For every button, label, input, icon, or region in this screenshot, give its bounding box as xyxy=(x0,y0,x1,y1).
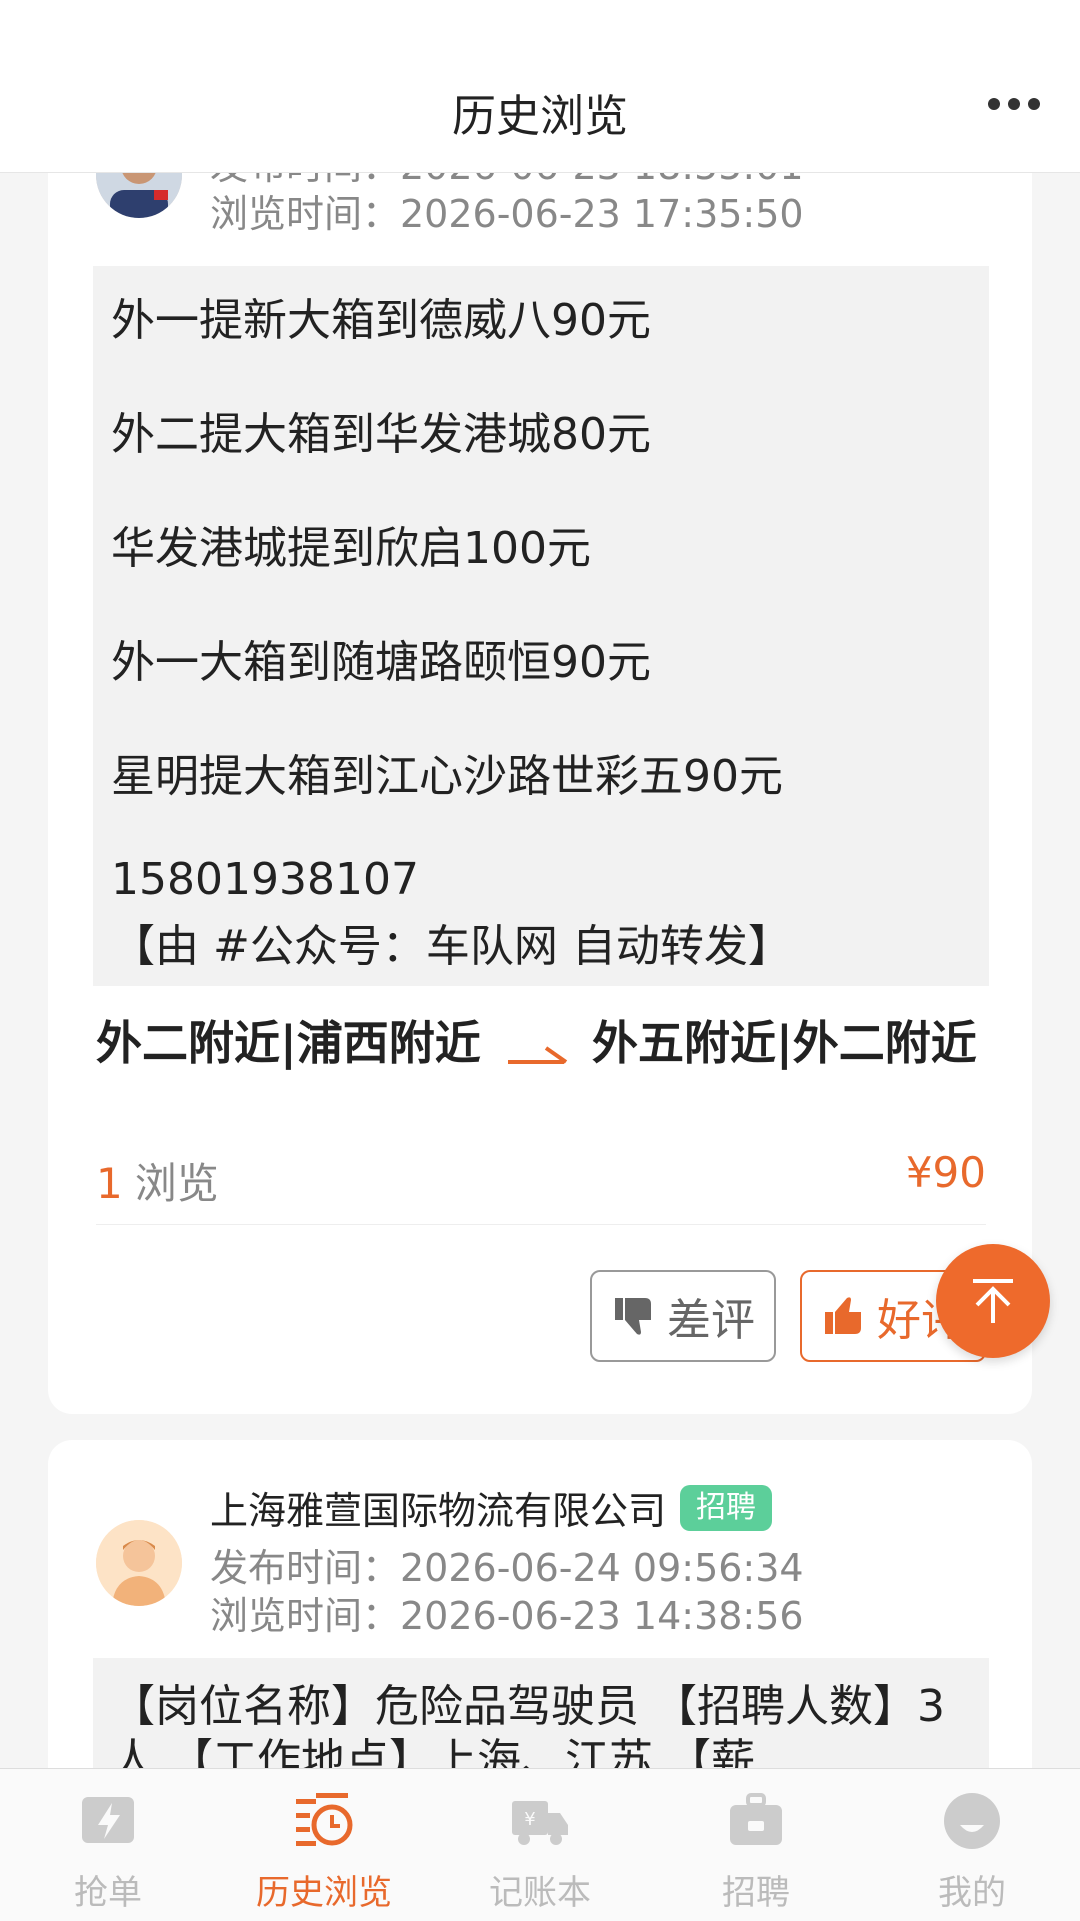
tab-label: 历史浏览 xyxy=(256,1873,392,1913)
message-line: 外一提新大箱到德威八90元 xyxy=(111,295,651,346)
history-list[interactable]: 发布时间：2026-06-23 18:55:01 浏览时间：2026-06-23… xyxy=(0,172,1080,1768)
view-count: 1 浏览 xyxy=(96,1150,219,1211)
tab-account-book[interactable]: ¥ 记账本 xyxy=(432,1769,648,1921)
message-box: 外一提新大箱到德威八90元 外二提大箱到华发港城80元 华发港城提到欣启100元… xyxy=(93,266,989,986)
message-text: 【岗位名称】危险品驾驶员 【招聘人数】3人 【工作地点】上海、江苏 【薪 xyxy=(111,1681,945,1768)
message-box: 【岗位名称】危险品驾驶员 【招聘人数】3人 【工作地点】上海、江苏 【薪 xyxy=(93,1658,989,1768)
back-to-top-button[interactable] xyxy=(936,1244,1050,1358)
history-card[interactable]: 发布时间：2026-06-23 18:55:01 浏览时间：2026-06-23… xyxy=(48,172,1032,1414)
bottom-tab-bar: 抢单 历史浏览 ¥ 记账本 招聘 我的 xyxy=(0,1768,1080,1921)
publish-time: 发布时间：2026-06-23 18:55:01 xyxy=(210,172,804,190)
tab-mine[interactable]: 我的 xyxy=(864,1769,1080,1921)
company-name: 上海雅萱国际物流有限公司 xyxy=(210,1489,667,1533)
user-icon xyxy=(944,1793,1000,1849)
browse-time: 浏览时间：2026-06-23 14:38:56 xyxy=(210,1594,804,1638)
bad-review-button[interactable]: 差评 xyxy=(590,1270,776,1362)
lightning-card-icon xyxy=(82,1797,134,1843)
tab-history[interactable]: 历史浏览 xyxy=(216,1769,432,1921)
tab-grab-order[interactable]: 抢单 xyxy=(0,1769,216,1921)
bad-review-label: 差评 xyxy=(667,1295,755,1346)
message-line: 星明提大箱到江心沙路世彩五90元 xyxy=(111,751,783,802)
route-from: 外二附近|浦西附近 xyxy=(96,1016,481,1070)
history-card[interactable]: 上海雅萱国际物流有限公司 招聘 发布时间：2026-06-24 09:56:34… xyxy=(48,1440,1032,1768)
view-count-label: 浏览 xyxy=(134,1159,219,1208)
avatar xyxy=(96,172,182,218)
tab-label: 记账本 xyxy=(489,1873,591,1913)
message-line: 外一大箱到随塘路颐恒90元 xyxy=(111,637,651,688)
phone-number: 15801938107 xyxy=(111,854,419,905)
recruit-badge: 招聘 xyxy=(680,1484,773,1531)
tab-label: 招聘 xyxy=(722,1873,790,1913)
publish-time: 发布时间：2026-06-24 09:56:34 xyxy=(210,1546,804,1590)
divider xyxy=(96,1224,986,1225)
route-arrow-icon xyxy=(508,1046,568,1064)
tab-label: 我的 xyxy=(938,1873,1006,1913)
message-line: 外二提大箱到华发港城80元 xyxy=(111,409,651,460)
avatar xyxy=(96,1520,182,1606)
thumbs-down-icon xyxy=(615,1298,651,1335)
thumbs-up-icon xyxy=(825,1297,861,1334)
post-times: 发布时间：2026-06-24 09:56:34 浏览时间：2026-06-23… xyxy=(210,1544,804,1640)
svg-text:¥: ¥ xyxy=(524,1809,535,1830)
browse-time: 浏览时间：2026-06-23 17:35:50 xyxy=(210,192,804,236)
briefcase-icon xyxy=(730,1793,782,1845)
view-count-number: 1 xyxy=(96,1159,123,1208)
top-nav-bar: 历史浏览 xyxy=(0,0,1080,173)
company-header: 上海雅萱国际物流有限公司 招聘 xyxy=(210,1480,773,1535)
message-line: 华发港城提到欣启100元 xyxy=(111,523,591,574)
price: ¥90 xyxy=(905,1148,986,1197)
route: 外二附近|浦西附近 外五附近|外二附近 xyxy=(96,1014,992,1144)
history-clock-icon xyxy=(296,1793,353,1846)
page-title: 历史浏览 xyxy=(452,91,628,142)
post-times: 发布时间：2026-06-23 18:55:01 浏览时间：2026-06-23… xyxy=(210,172,804,238)
more-menu-icon[interactable] xyxy=(988,98,1040,110)
truck-yen-icon: ¥ xyxy=(512,1801,568,1845)
tab-recruit[interactable]: 招聘 xyxy=(648,1769,864,1921)
tab-label: 抢单 xyxy=(74,1873,142,1913)
forward-note: 【由 #公众号：车队网 自动转发】 xyxy=(111,921,792,972)
route-to: 外五附近|外二附近 xyxy=(592,1016,977,1070)
arrow-up-icon xyxy=(973,1279,1013,1323)
